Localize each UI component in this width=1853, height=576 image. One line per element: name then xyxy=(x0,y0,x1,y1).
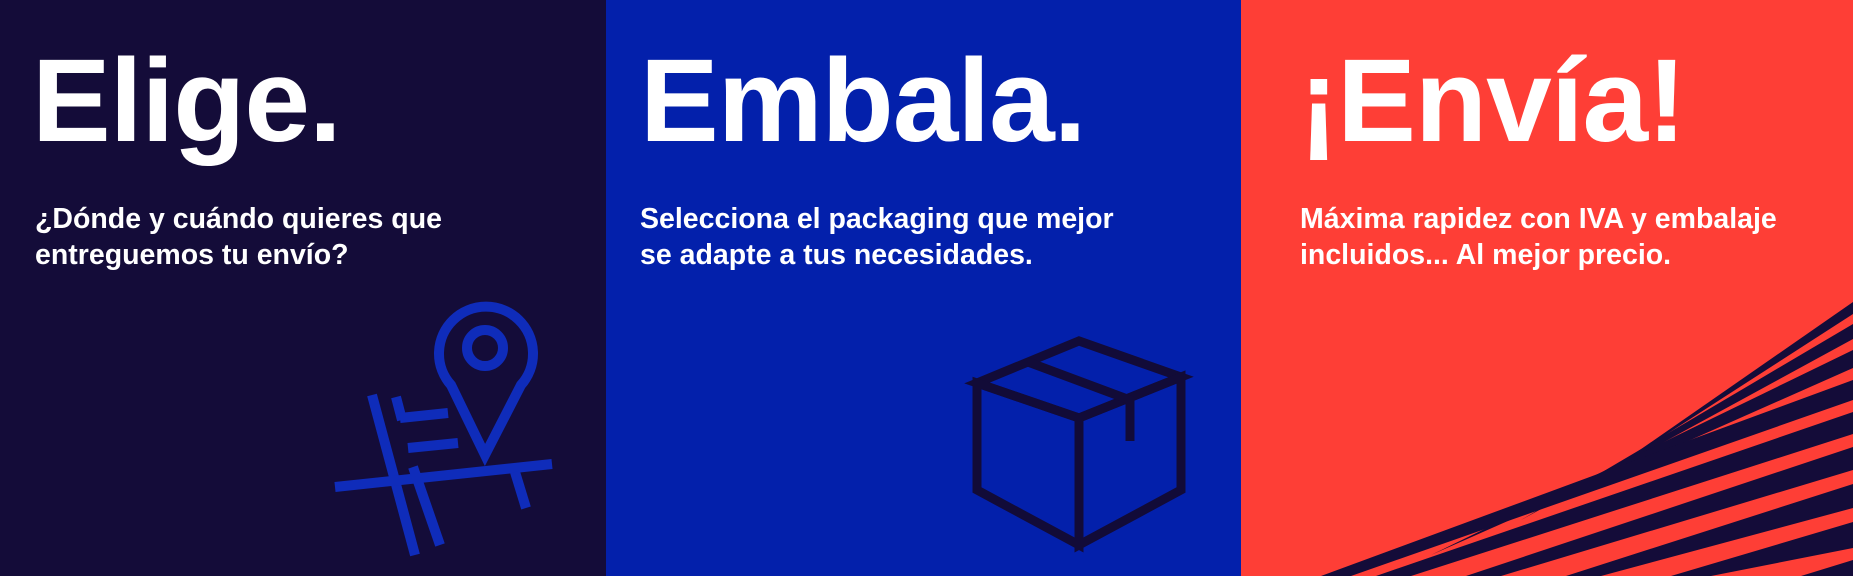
panel-elige: Elige. ¿Dónde y cuándo quieres que entre… xyxy=(0,0,606,576)
map-location-pin-icon xyxy=(334,301,553,557)
panel-subtitle: Máxima rapidez con IVA y embalaje inclui… xyxy=(1300,201,1777,273)
panel-envia: ¡Envía! Máxima rapidez con IVA y embalaj… xyxy=(1241,0,1853,576)
subtitle-line: incluidos... Al mejor precio. xyxy=(1300,239,1672,271)
panel-embala: Embala. Selecciona el packaging que mejo… xyxy=(606,0,1241,576)
subtitle-line: Máxima rapidez con IVA y embalaje xyxy=(1300,203,1777,235)
panel-headline: ¡Envía! xyxy=(1299,35,1686,167)
cardboard-box-icon xyxy=(964,336,1194,553)
feature-banner: Elige. ¿Dónde y cuándo quieres que entre… xyxy=(0,0,1853,576)
